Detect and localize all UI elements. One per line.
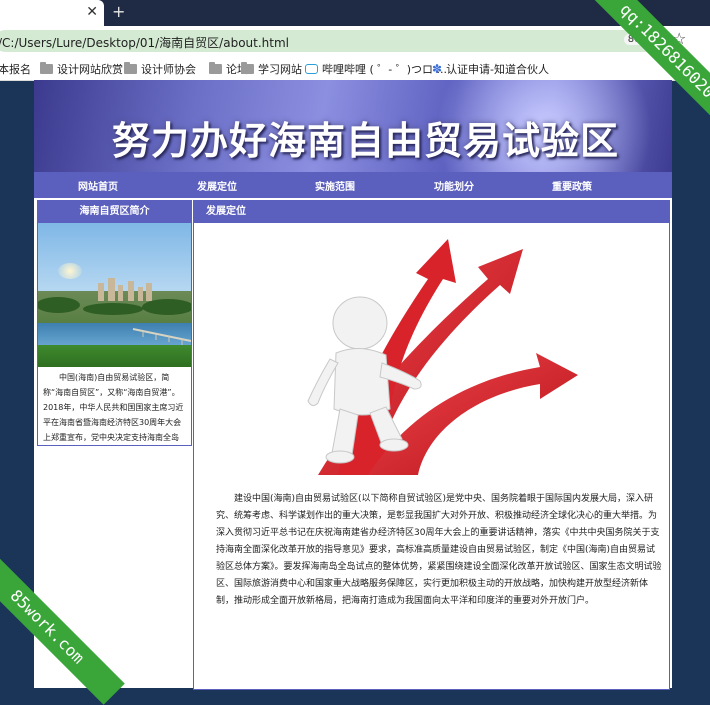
- nav-item-policies[interactable]: 重要政策: [552, 178, 592, 193]
- folder-icon: [40, 62, 53, 74]
- bookmark-baidu[interactable]: ✽ 认证申请-知道合伙人: [432, 61, 549, 77]
- content-paragraph: 建设中国(海南)自由贸易试验区(以下简称自贸试验区)是党中央、国务院着眼于国际国…: [216, 494, 662, 606]
- bookmark-folder[interactable]: 学习网站: [241, 61, 302, 77]
- main-nav: 网站首页 发展定位 实施范围 功能划分 重要政策: [34, 172, 672, 198]
- person-on-arrows-illustration: [307, 239, 578, 475]
- close-tab-icon[interactable]: ✕: [86, 4, 98, 20]
- content-panel: 发展定位 建设中国(海南)自由贸易试验区(以下简称自贸试验区)是党中央、国务院着…: [193, 200, 670, 690]
- content-title: 发展定位: [194, 201, 669, 223]
- browser-tab[interactable]: ✕: [0, 0, 104, 26]
- header-banner: 努力办好海南自由贸易试验区: [34, 80, 672, 172]
- nav-item-scope[interactable]: 实施范围: [315, 178, 355, 193]
- folder-icon: [241, 62, 254, 74]
- bilibili-tv-icon: [305, 64, 318, 74]
- folder-icon: [209, 62, 222, 74]
- bookmark-item[interactable]: 本报名: [0, 61, 31, 77]
- browser-toolbar: /C:/Users/Lure/Desktop/01/海南自贸区/about.ht…: [0, 26, 710, 56]
- intro-sidebar: 海南自贸区简介 中国(海南)自由贸易试验区，简称“海南自贸区”，又称“海南自贸港…: [37, 200, 192, 446]
- address-bar[interactable]: /C:/Users/Lure/Desktop/01/海南自贸区/about.ht…: [0, 30, 662, 52]
- nav-item-home[interactable]: 网站首页: [78, 178, 118, 193]
- sidebar-title: 海南自贸区简介: [38, 201, 191, 223]
- nav-item-positioning[interactable]: 发展定位: [197, 178, 237, 193]
- web-page: 努力办好海南自由贸易试验区 网站首页 发展定位 实施范围 功能划分 重要政策 海…: [34, 80, 672, 690]
- bookmarks-bar: 本报名 设计网站欣赏 设计师协会 论坛 学习网站 哔哩哔哩 ( ゜- ゜)つロ …: [0, 56, 710, 81]
- nav-item-functions[interactable]: 功能划分: [434, 178, 474, 193]
- bookmark-folder[interactable]: 设计师协会: [124, 61, 196, 77]
- folder-icon: [124, 62, 137, 74]
- baidu-paw-icon: ✽: [432, 62, 443, 76]
- sidebar-intro-text: 中国(海南)自由贸易试验区，简称“海南自贸区”，又称“海南自贸港”。2018年，…: [43, 373, 184, 442]
- address-text: /C:/Users/Lure/Desktop/01/海南自贸区/about.ht…: [0, 36, 289, 50]
- hainan-landscape-image: [38, 223, 191, 367]
- new-tab-icon[interactable]: +: [112, 3, 125, 21]
- banner-title: 努力办好海南自由贸易试验区: [112, 118, 620, 163]
- bookmark-folder[interactable]: 设计网站欣赏: [40, 61, 123, 77]
- bookmark-bilibili[interactable]: 哔哩哔哩 ( ゜- ゜)つロ ...: [305, 61, 447, 77]
